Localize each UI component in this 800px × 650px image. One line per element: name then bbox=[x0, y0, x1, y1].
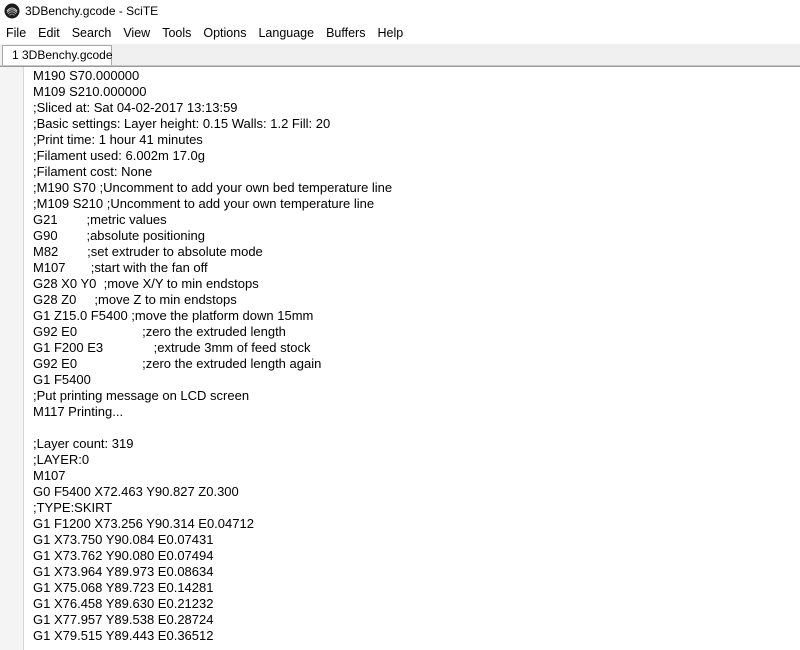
code-line[interactable]: G1 X77.957 Y89.538 E0.28724 bbox=[33, 612, 392, 628]
code-line[interactable]: G1 X73.750 Y90.084 E0.07431 bbox=[33, 532, 392, 548]
buffer-tab-bar: 1 3DBenchy.gcode bbox=[0, 44, 800, 66]
menu-help[interactable]: Help bbox=[371, 22, 409, 44]
code-line[interactable] bbox=[33, 420, 392, 436]
code-line[interactable]: ;M190 S70 ;Uncomment to add your own bed… bbox=[33, 180, 392, 196]
code-line[interactable]: M117 Printing... bbox=[33, 404, 392, 420]
code-line[interactable]: G92 E0 ;zero the extruded length bbox=[33, 324, 392, 340]
menu-search[interactable]: Search bbox=[66, 22, 118, 44]
margin-gutter[interactable] bbox=[0, 67, 24, 650]
code-line[interactable]: G1 X79.515 Y89.443 E0.36512 bbox=[33, 628, 392, 644]
code-line[interactable]: G0 F5400 X72.463 Y90.827 Z0.300 bbox=[33, 484, 392, 500]
code-line[interactable]: ;Filament cost: None bbox=[33, 164, 392, 180]
code-line[interactable]: G1 X73.964 Y89.973 E0.08634 bbox=[33, 564, 392, 580]
menu-bar: File Edit Search View Tools Options Lang… bbox=[0, 22, 800, 44]
scite-window: 3DBenchy.gcode - SciTE File Edit Search … bbox=[0, 0, 800, 650]
code-line[interactable]: ;LAYER:0 bbox=[33, 452, 392, 468]
menu-options[interactable]: Options bbox=[197, 22, 252, 44]
code-line[interactable]: M82 ;set extruder to absolute mode bbox=[33, 244, 392, 260]
tab-3dbenchy-gcode[interactable]: 1 3DBenchy.gcode bbox=[2, 45, 113, 65]
code-line[interactable]: ;Filament used: 6.002m 17.0g bbox=[33, 148, 392, 164]
code-line[interactable]: G28 Z0 ;move Z to min endstops bbox=[33, 292, 392, 308]
code-line[interactable]: M190 S70.000000 bbox=[33, 68, 392, 84]
code-line[interactable]: ;M109 S210 ;Uncomment to add your own te… bbox=[33, 196, 392, 212]
code-line[interactable]: M109 S210.000000 bbox=[33, 84, 392, 100]
code-line[interactable]: ;Basic settings: Layer height: 0.15 Wall… bbox=[33, 116, 392, 132]
code-text[interactable]: M190 S70.000000 M109 S210.000000 ;Sliced a… bbox=[33, 68, 392, 644]
code-line[interactable]: ;Print time: 1 hour 41 minutes bbox=[33, 132, 392, 148]
code-line[interactable]: G90 ;absolute positioning bbox=[33, 228, 392, 244]
window-title: 3DBenchy.gcode - SciTE bbox=[25, 4, 159, 18]
menu-file[interactable]: File bbox=[0, 22, 32, 44]
code-line[interactable]: G92 E0 ;zero the extruded length again bbox=[33, 356, 392, 372]
code-line[interactable]: G1 X75.068 Y89.723 E0.14281 bbox=[33, 580, 392, 596]
code-line[interactable]: G1 F5400 bbox=[33, 372, 392, 388]
code-line[interactable]: G1 X73.762 Y90.080 E0.07494 bbox=[33, 548, 392, 564]
code-line[interactable]: G21 ;metric values bbox=[33, 212, 392, 228]
code-line[interactable]: M107 bbox=[33, 468, 392, 484]
menu-language[interactable]: Language bbox=[252, 22, 320, 44]
code-line[interactable]: G1 Z15.0 F5400 ;move the platform down 1… bbox=[33, 308, 392, 324]
code-line[interactable]: G1 F200 E3 ;extrude 3mm of feed stock bbox=[33, 340, 392, 356]
menu-buffers[interactable]: Buffers bbox=[320, 22, 371, 44]
code-line[interactable]: G1 X76.458 Y89.630 E0.21232 bbox=[33, 596, 392, 612]
code-line[interactable]: G1 F1200 X73.256 Y90.314 E0.04712 bbox=[33, 516, 392, 532]
code-line[interactable]: ;Put printing message on LCD screen bbox=[33, 388, 392, 404]
code-line[interactable]: ;TYPE:SKIRT bbox=[33, 500, 392, 516]
scite-app-icon[interactable] bbox=[4, 3, 20, 19]
code-line[interactable]: G28 X0 Y0 ;move X/Y to min endstops bbox=[33, 276, 392, 292]
title-bar[interactable]: 3DBenchy.gcode - SciTE bbox=[0, 0, 800, 22]
code-line[interactable]: ;Layer count: 319 bbox=[33, 436, 392, 452]
menu-tools[interactable]: Tools bbox=[156, 22, 197, 44]
menu-view[interactable]: View bbox=[117, 22, 156, 44]
menu-edit[interactable]: Edit bbox=[32, 22, 66, 44]
editor-pane[interactable]: M190 S70.000000 M109 S210.000000 ;Sliced a… bbox=[0, 66, 800, 650]
code-line[interactable]: ;Sliced at: Sat 04-02-2017 13:13:59 bbox=[33, 100, 392, 116]
code-line[interactable]: M107 ;start with the fan off bbox=[33, 260, 392, 276]
